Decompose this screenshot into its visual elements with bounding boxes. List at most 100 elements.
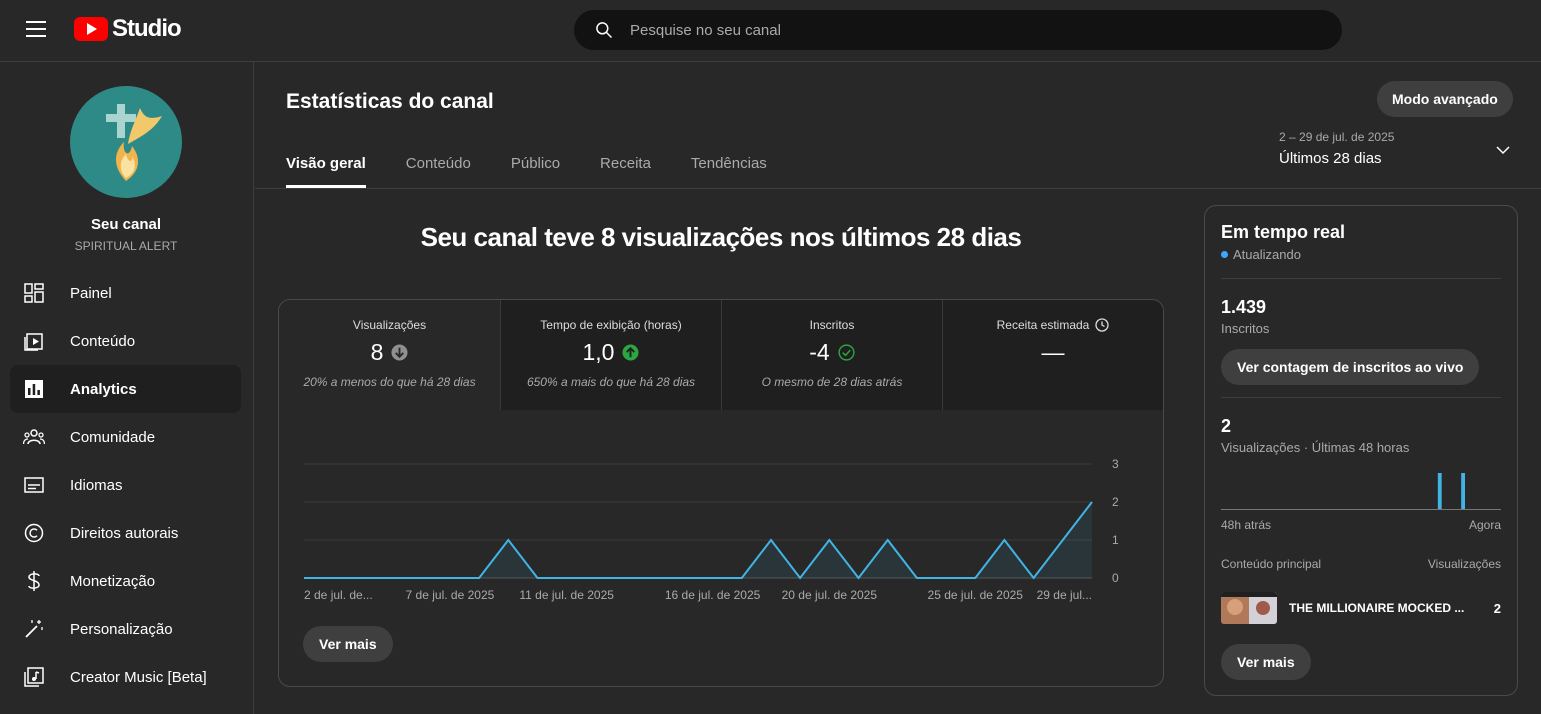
tab-tendencias[interactable]: Tendências — [691, 142, 767, 188]
live-dot-icon — [1221, 251, 1228, 258]
x-tick-label: 25 de jul. de 2025 — [928, 588, 1024, 602]
realtime-bar-chart — [1221, 473, 1501, 510]
realtime-title: Em tempo real — [1221, 222, 1346, 242]
sidebar-item-monetizacao[interactable]: Monetização — [10, 557, 241, 605]
realtime-views-count: 2 — [1221, 416, 1232, 436]
overview-card: Visualizações 8 20% a menos do que há 28… — [278, 299, 1164, 687]
analytics-tabs: Visão geral Conteúdo Público Receita Ten… — [286, 142, 807, 188]
date-range-selector[interactable]: 2 – 29 de jul. de 2025 Últimos 28 dias — [1279, 130, 1511, 174]
subscriber-label: Inscritos — [1221, 321, 1270, 336]
top-content-header: Conteúdo principal — [1221, 557, 1322, 571]
music-icon — [22, 665, 46, 689]
sidebar-item-label: Conteúdo — [70, 332, 136, 350]
metric-label: Visualizações — [352, 318, 427, 332]
sidebar-item-label: Painel — [70, 284, 112, 302]
search-input[interactable] — [630, 10, 1310, 50]
x-tick-label: 7 de jul. de 2025 — [406, 588, 495, 602]
metric-revenue[interactable]: Receita estimada — — [942, 300, 1163, 410]
sidebar-item-label: Creator Music [Beta] — [70, 668, 207, 686]
metric-subscribers[interactable]: Inscritos -4 O mesmo de 28 dias atrás — [721, 300, 942, 410]
channel-name: Seu canal — [90, 216, 162, 233]
main-content: Estatísticas do canal Modo avançado Visã… — [255, 62, 1541, 714]
top-content-row[interactable]: THE MILLIONAIRE MOCKED ... 2 — [1221, 592, 1501, 624]
dove-cross-icon — [106, 104, 162, 181]
metric-watch-time[interactable]: Tempo de exibição (horas) 1,0 650% a mai… — [500, 300, 721, 410]
subtitles-icon — [22, 473, 46, 497]
metric-value: — — [1041, 338, 1065, 365]
content-icon — [22, 329, 46, 353]
youtube-play-icon — [74, 17, 108, 41]
overview-headline: Seu canal teve 8 visualizações nos últim… — [420, 222, 1022, 252]
clock-icon — [1095, 318, 1110, 332]
search-bar[interactable] — [574, 10, 1342, 50]
sidebar-item-label: Monetização — [70, 572, 156, 590]
menu-icon[interactable] — [26, 21, 46, 39]
tab-conteudo[interactable]: Conteúdo — [406, 142, 471, 188]
x-tick-label: 29 de jul... — [1037, 588, 1092, 602]
x-tick-label: 2 de jul. de... — [304, 588, 373, 602]
realtime-see-more-button[interactable]: Ver mais — [1221, 644, 1311, 680]
see-more-button[interactable]: Ver mais — [303, 626, 393, 662]
date-range-label: Últimos 28 dias — [1279, 150, 1382, 167]
metric-label: Tempo de exibição (horas) — [540, 318, 682, 332]
x-tick-label: 11 de jul. de 2025 — [519, 588, 614, 602]
axis-start-label: 48h atrás — [1221, 518, 1272, 532]
check-circle-icon — [838, 343, 855, 361]
analytics-icon — [22, 377, 46, 401]
y-tick-label: 3 — [1112, 457, 1119, 471]
live-subscriber-count-button[interactable]: Ver contagem de inscritos ao vivo — [1221, 349, 1480, 385]
magic-wand-icon — [22, 617, 46, 641]
tab-publico[interactable]: Público — [511, 142, 560, 188]
sidebar-item-comunidade[interactable]: Comunidade — [10, 413, 241, 461]
tab-receita[interactable]: Receita — [600, 142, 651, 188]
x-tick-label: 16 de jul. de 2025 — [665, 588, 761, 602]
sidebar-item-personalizacao[interactable]: Personalização — [10, 605, 241, 653]
search-icon — [596, 22, 613, 39]
arrow-up-icon — [622, 343, 640, 361]
metric-tiles: Visualizações 8 20% a menos do que há 28… — [279, 300, 1163, 410]
sidebar-item-idiomas[interactable]: Idiomas — [10, 461, 241, 509]
sidebar-item-label: Analytics — [70, 380, 137, 398]
status-text: Atualizando — [1233, 247, 1301, 262]
sidebar-item-analytics[interactable]: Analytics — [10, 365, 241, 413]
subscriber-count: 1.439 — [1221, 297, 1267, 317]
sidebar-item-conteudo[interactable]: Conteúdo — [10, 317, 241, 365]
advanced-mode-button[interactable]: Modo avançado — [1377, 81, 1513, 117]
metric-note: 20% a menos do que há 28 dias — [303, 375, 476, 389]
date-range-text: 2 – 29 de jul. de 2025 — [1279, 130, 1395, 144]
tab-visao-geral[interactable]: Visão geral — [286, 142, 366, 188]
realtime-status: Atualizando — [1221, 247, 1301, 262]
views-header: Visualizações — [1427, 557, 1501, 571]
views-chart: 0 1 2 3 2 de jul. de... 7 de jul. de 2025 11 d… — [304, 457, 1119, 602]
metric-note: 650% a mais do que há 28 dias — [526, 375, 696, 389]
chevron-down-icon — [1496, 146, 1510, 155]
studio-logo[interactable]: Studio — [74, 15, 182, 43]
metric-label: Receita estimada — [996, 318, 1090, 332]
channel-avatar[interactable] — [70, 86, 182, 198]
arrow-down-icon — [391, 343, 408, 361]
y-tick-label: 1 — [1112, 533, 1119, 547]
metric-value: -4 — [809, 338, 830, 365]
y-tick-label: 2 — [1112, 495, 1119, 509]
sidebar: Seu canal SPIRITUAL ALERT Painel Conteúd… — [0, 62, 254, 714]
sidebar-item-painel[interactable]: Painel — [10, 269, 241, 317]
metric-value: 1,0 — [582, 338, 615, 365]
realtime-views-label: Visualizações · Últimas 48 horas — [1221, 440, 1410, 455]
hour-bar — [1461, 473, 1465, 509]
x-tick-label: 20 de jul. de 2025 — [782, 588, 878, 602]
logo-text: Studio — [112, 15, 182, 42]
channel-handle: SPIRITUAL ALERT — [74, 239, 178, 253]
metric-note: O mesmo de 28 dias atrás — [761, 375, 903, 389]
sidebar-item-label: Direitos autorais — [70, 524, 179, 542]
dashboard-icon — [22, 281, 46, 305]
dollar-icon — [22, 569, 46, 593]
sidebar-item-creator-music[interactable]: Creator Music [Beta] — [10, 653, 241, 701]
sidebar-item-direitos-autorais[interactable]: Direitos autorais — [10, 509, 241, 557]
metric-value: 8 — [370, 338, 384, 365]
sidebar-item-label: Comunidade — [70, 428, 156, 446]
divider — [1221, 397, 1501, 398]
copyright-icon — [22, 521, 46, 545]
divider — [1221, 278, 1501, 279]
metric-views[interactable]: Visualizações 8 20% a menos do que há 28… — [279, 300, 500, 410]
video-views: 2 — [1493, 600, 1501, 616]
